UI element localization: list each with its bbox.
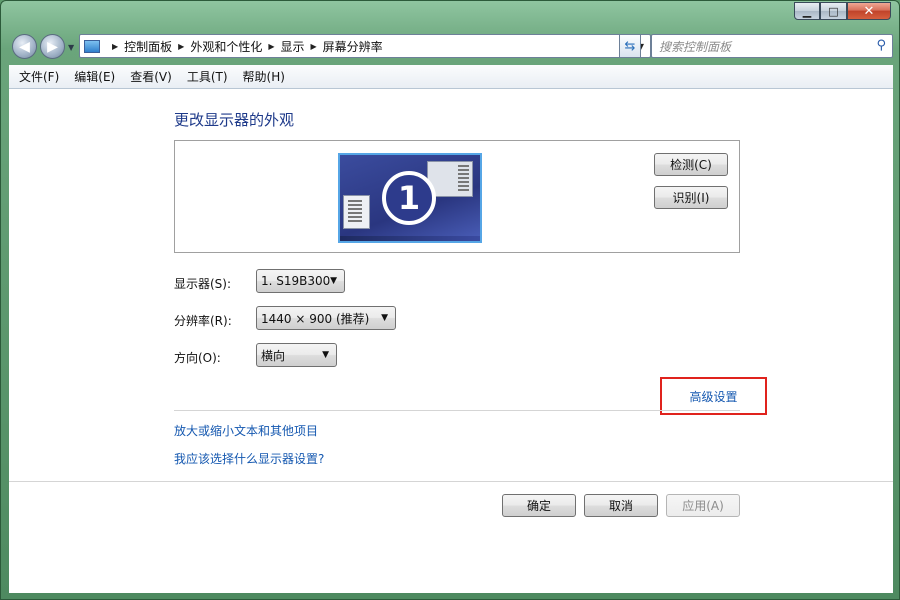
breadcrumb-separator-icon[interactable]: ▶ <box>178 42 184 51</box>
breadcrumb-separator-icon[interactable]: ▶ <box>112 42 118 51</box>
address-bar[interactable]: ▶ 控制面板 ▶ 外观和个性化 ▶ 显示 ▶ 屏幕分辨率 ▼ <box>79 34 651 58</box>
window-thumbnail-icon <box>343 195 370 229</box>
monitor-number: 1 <box>382 171 436 225</box>
back-button[interactable]: ◀ <box>12 34 37 59</box>
breadcrumb-control-panel[interactable]: 控制面板 <box>124 38 172 55</box>
display-select[interactable]: 1. S19B300 ▼ <box>256 269 345 293</box>
apply-button[interactable]: 应用(A) <box>666 494 740 517</box>
chevron-down-icon: ▼ <box>322 350 329 360</box>
recent-pages-dropdown-icon[interactable]: ▼ <box>68 43 74 52</box>
ok-button[interactable]: 确定 <box>502 494 576 517</box>
cancel-button[interactable]: 取消 <box>584 494 658 517</box>
navigation-bar: ◀ ▶ ▼ ▶ 控制面板 ▶ 外观和个性化 ▶ 显示 ▶ 屏幕分辨率 ▼ ⇆ 搜… <box>9 33 893 61</box>
caption-buttons: ▁ □ ✕ <box>794 2 891 20</box>
taskbar-thumbnail <box>340 236 480 241</box>
chevron-down-icon: ▼ <box>330 276 337 286</box>
resolution-select[interactable]: 1440 × 900 (推荐) ▼ <box>256 306 396 330</box>
maximize-button[interactable]: □ <box>820 2 847 20</box>
control-panel-icon <box>84 39 100 53</box>
refresh-button[interactable]: ⇆ <box>619 34 641 58</box>
breadcrumb-appearance[interactable]: 外观和个性化 <box>190 38 262 55</box>
orientation-select-value: 横向 <box>261 348 286 363</box>
breadcrumb-separator-icon[interactable]: ▶ <box>268 42 274 51</box>
page-title: 更改显示器的外观 <box>174 111 295 129</box>
divider <box>174 410 740 411</box>
orientation-label: 方向(O): <box>174 351 221 365</box>
monitor-preview: 1 检测(C) 识别(I) <box>174 140 740 253</box>
menu-bar: 文件(F) 编辑(E) 查看(V) 工具(T) 帮助(H) <box>9 65 893 89</box>
monitor-icon[interactable]: 1 <box>338 153 482 243</box>
display-settings-help-link[interactable]: 我应该选择什么显示器设置? <box>174 450 324 467</box>
menu-help[interactable]: 帮助(H) <box>233 68 290 85</box>
menu-edit[interactable]: 编辑(E) <box>64 68 120 85</box>
display-select-value: 1. S19B300 <box>261 274 331 288</box>
forward-button[interactable]: ▶ <box>40 34 65 59</box>
breadcrumb-separator-icon[interactable]: ▶ <box>311 42 317 51</box>
screen-resolution-window: ▁ □ ✕ ◀ ▶ ▼ ▶ 控制面板 ▶ 外观和个性化 ▶ 显示 ▶ 屏幕分辨率… <box>0 0 900 600</box>
search-placeholder: 搜索控制面板 <box>659 39 732 54</box>
search-input[interactable]: 搜索控制面板 ⚲ <box>651 34 893 58</box>
breadcrumb-display[interactable]: 显示 <box>281 38 305 55</box>
detect-button[interactable]: 检测(C) <box>654 153 728 176</box>
display-label: 显示器(S): <box>174 277 232 291</box>
resolution-label: 分辨率(R): <box>174 314 232 328</box>
menu-tools[interactable]: 工具(T) <box>177 68 233 85</box>
footer-divider <box>9 481 893 482</box>
content-area: 更改显示器的外观 1 检测(C) 识别(I) 显示器(S): 1. S19B30… <box>9 89 893 593</box>
close-button[interactable]: ✕ <box>847 2 891 20</box>
search-icon[interactable]: ⚲ <box>876 38 886 53</box>
chevron-down-icon: ▼ <box>381 313 388 323</box>
breadcrumb-screen-resolution[interactable]: 屏幕分辨率 <box>323 38 383 55</box>
minimize-button[interactable]: ▁ <box>794 2 820 20</box>
resolution-select-value: 1440 × 900 (推荐) <box>261 311 370 326</box>
orientation-select[interactable]: 横向 ▼ <box>256 343 337 367</box>
text-size-link[interactable]: 放大或缩小文本和其他项目 <box>174 422 318 439</box>
menu-view[interactable]: 查看(V) <box>120 68 177 85</box>
identify-button[interactable]: 识别(I) <box>654 186 728 209</box>
menu-file[interactable]: 文件(F) <box>9 68 64 85</box>
